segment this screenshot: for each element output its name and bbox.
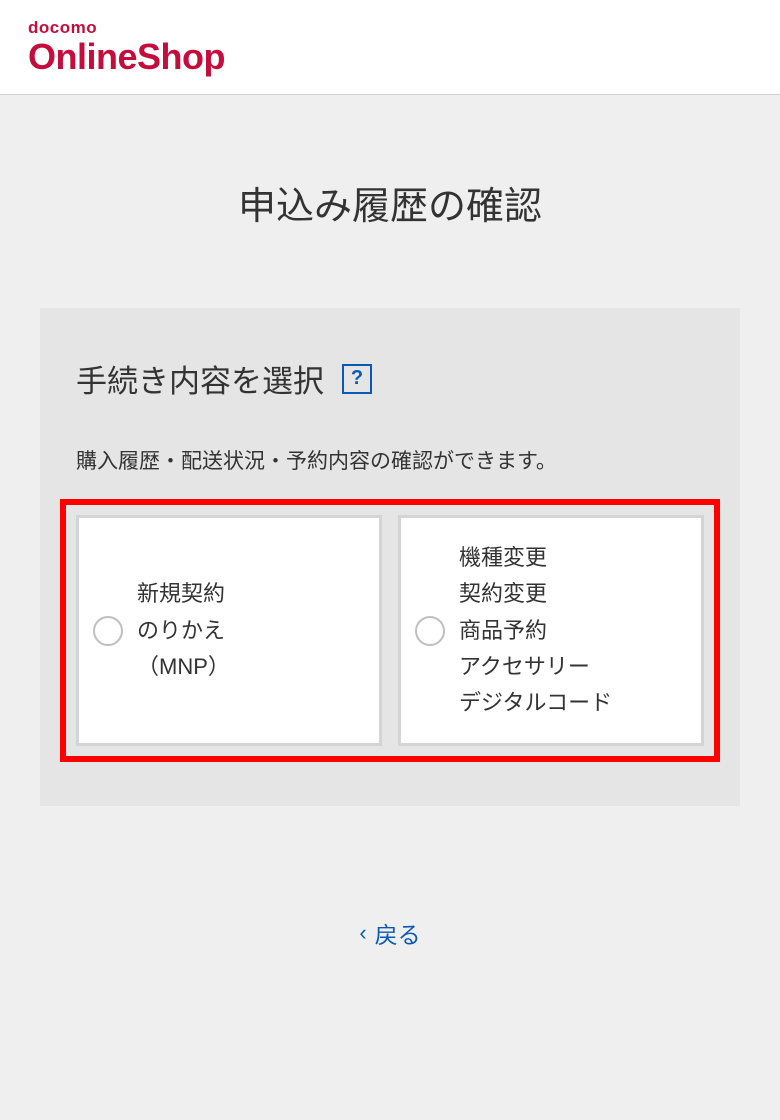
- page-body: 申込み履歴の確認 手続き内容を選択 ? 購入履歴・配送状況・予約内容の確認ができ…: [0, 95, 780, 1120]
- site-header: docomo OnlineShop: [0, 0, 780, 95]
- page-title: 申込み履歴の確認: [0, 175, 780, 230]
- brand-logo-main: OnlineShop: [28, 36, 752, 78]
- brand-logo-top: docomo: [28, 18, 752, 38]
- options-container: 新規契約 のりかえ （MNP） 機種変更 契約変更 商品予約 アクセサリー デジ…: [60, 499, 720, 762]
- option-label: 新規契約 のりかえ （MNP）: [137, 576, 230, 685]
- help-icon[interactable]: ?: [342, 364, 372, 394]
- chevron-left-icon: ‹: [359, 920, 366, 946]
- radio-icon: [415, 616, 445, 646]
- selection-panel: 手続き内容を選択 ? 購入履歴・配送状況・予約内容の確認ができます。 新規契約 …: [40, 308, 740, 806]
- back-label: 戻る: [375, 916, 421, 950]
- panel-title: 手続き内容を選択: [76, 356, 324, 401]
- panel-title-row: 手続き内容を選択 ?: [76, 356, 704, 401]
- radio-icon: [93, 616, 123, 646]
- option-model-change[interactable]: 機種変更 契約変更 商品予約 アクセサリー デジタルコード: [398, 515, 704, 746]
- panel-description: 購入履歴・配送状況・予約内容の確認ができます。: [76, 445, 704, 475]
- option-new-contract[interactable]: 新規契約 のりかえ （MNP）: [76, 515, 382, 746]
- option-label: 機種変更 契約変更 商品予約 アクセサリー デジタルコード: [459, 540, 612, 721]
- back-link[interactable]: ‹ 戻る: [0, 916, 780, 950]
